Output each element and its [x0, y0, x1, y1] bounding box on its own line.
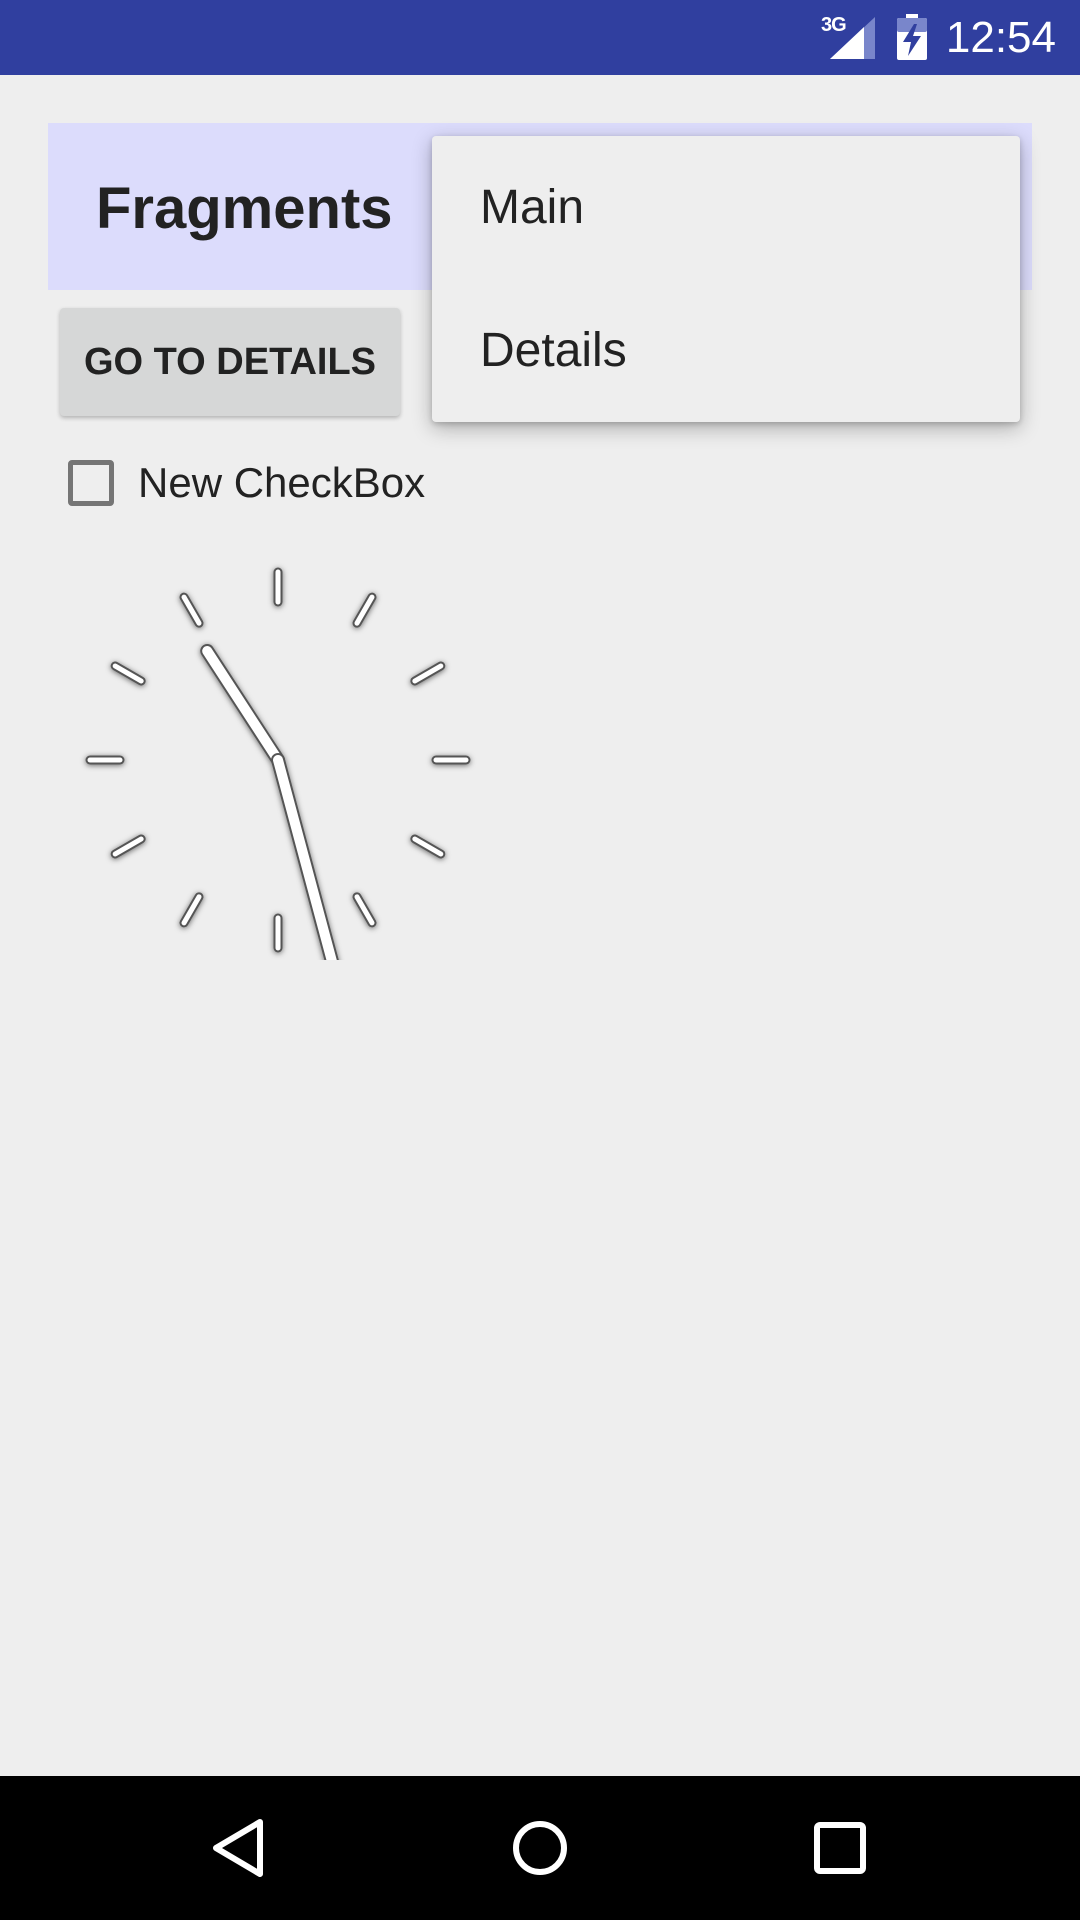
clock-tick: [181, 894, 202, 926]
page-title: Fragments: [96, 176, 393, 241]
checkbox-label: New CheckBox: [138, 459, 426, 506]
go-to-details-button[interactable]: GO TO DETAILS: [60, 308, 400, 416]
menu-item-details[interactable]: Details: [432, 279, 1020, 422]
clock-tick: [354, 894, 375, 926]
clock-hands: [200, 643, 339, 960]
clock-tick: [412, 836, 444, 857]
new-checkbox[interactable]: New CheckBox: [68, 455, 425, 511]
back-icon[interactable]: [200, 1808, 280, 1888]
battery-charging-icon: [897, 14, 927, 60]
clock-tick: [412, 663, 444, 684]
overflow-menu: Main Details: [432, 136, 1020, 422]
analog-clock: [85, 567, 471, 960]
clock-tick: [112, 663, 144, 684]
clock-tick: [181, 594, 202, 626]
clock-hour-hand: [202, 645, 283, 765]
navigation-bar: [0, 1776, 1080, 1920]
menu-item-main[interactable]: Main: [432, 136, 1020, 279]
signal-icon: [830, 17, 875, 59]
home-icon[interactable]: [500, 1808, 580, 1888]
checkbox-box[interactable]: [68, 460, 114, 506]
clock-minute-hand: [273, 755, 337, 960]
status-bar: 3G 12:54: [0, 0, 1080, 75]
app-screen: 3G 12:54 Fragments GO TO DETAILS New Che…: [0, 0, 1080, 1920]
clock-tick: [112, 836, 144, 857]
clock-tick: [354, 594, 375, 626]
recents-icon[interactable]: [800, 1808, 880, 1888]
status-time: 12:54: [945, 13, 1056, 62]
